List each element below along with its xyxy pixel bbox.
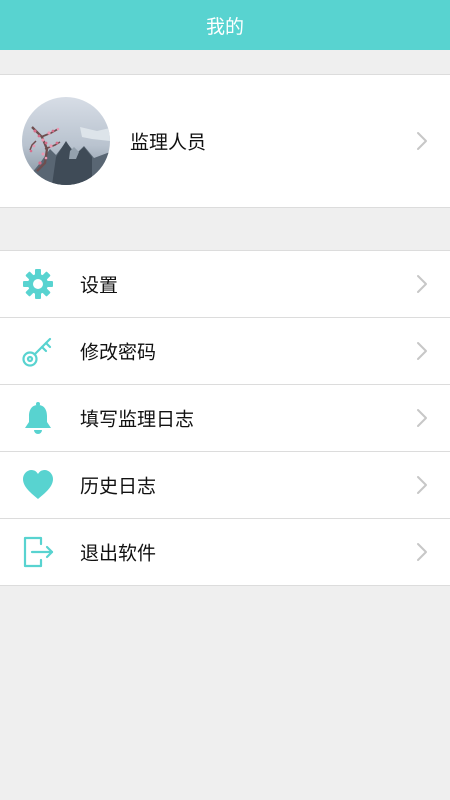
avatar[interactable] <box>22 97 110 185</box>
menu-item-change-password[interactable]: 修改密码 <box>0 318 450 385</box>
chevron-right-icon <box>416 475 428 495</box>
heart-icon <box>21 468 55 502</box>
avatar-image <box>22 97 110 185</box>
chevron-right-icon <box>416 408 428 428</box>
menu-item-label: 退出软件 <box>80 542 157 565</box>
menu-item-write-log[interactable]: 填写监理日志 <box>0 385 450 452</box>
profile-name: 监理人员 <box>130 131 207 154</box>
menu-item-label: 修改密码 <box>80 341 157 364</box>
exit-icon <box>21 535 55 569</box>
page-title: 我的 <box>205 15 244 38</box>
menu-item-label: 设置 <box>80 274 119 297</box>
bell-icon <box>21 401 55 435</box>
profile-card[interactable]: 监理人员 <box>0 74 450 208</box>
chevron-right-icon <box>416 131 428 151</box>
menu-list: 设置 修改密码 填写监理日志 历史日志 退出软件 <box>0 250 450 586</box>
menu-item-label: 历史日志 <box>80 475 157 498</box>
gear-icon <box>21 267 55 301</box>
chevron-right-icon <box>416 274 428 294</box>
menu-item-exit-app[interactable]: 退出软件 <box>0 519 450 585</box>
key-icon <box>21 334 55 368</box>
menu-item-label: 填写监理日志 <box>80 408 195 431</box>
chevron-right-icon-svg <box>417 132 427 150</box>
menu-item-history-log[interactable]: 历史日志 <box>0 452 450 519</box>
menu-item-settings[interactable]: 设置 <box>0 251 450 318</box>
chevron-right-icon <box>416 542 428 562</box>
chevron-right-icon <box>416 341 428 361</box>
top-bar: 我的 <box>0 0 450 50</box>
